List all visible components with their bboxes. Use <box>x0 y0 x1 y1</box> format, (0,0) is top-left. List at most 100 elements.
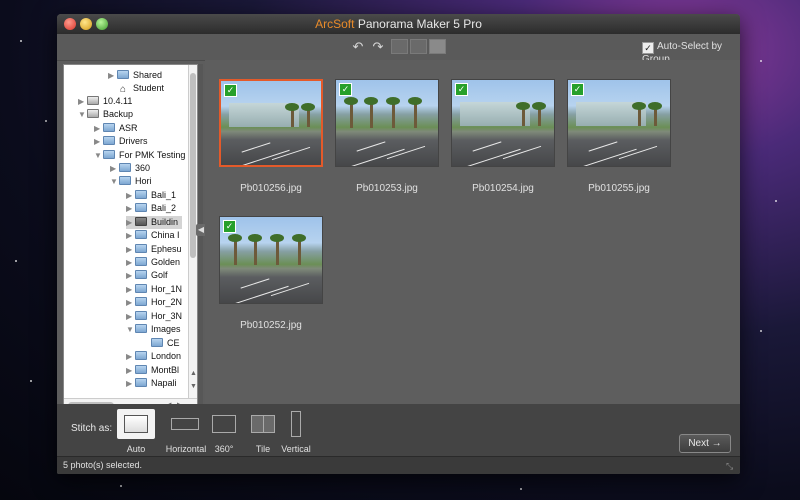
disclosure-collapsed-icon[interactable]: ▶ <box>126 189 135 202</box>
rotate-left-icon[interactable]: ↶ <box>350 39 366 55</box>
tree-item[interactable]: ▶ Bali_1 <box>126 189 180 202</box>
disclosure-collapsed-icon[interactable]: ▶ <box>108 69 117 82</box>
tree-item[interactable]: CE <box>142 337 184 350</box>
folder-icon <box>135 217 147 226</box>
tree-item[interactable]: ▼ Images <box>126 323 185 336</box>
disclosure-collapsed-icon[interactable]: ▶ <box>126 350 135 363</box>
small-thumbnails-view-icon[interactable] <box>391 39 408 54</box>
photo-checkbox[interactable]: ✓ <box>223 220 236 233</box>
tree-item[interactable]: ▶ Ephesu <box>126 243 186 256</box>
disclosure-collapsed-icon[interactable]: ▶ <box>126 310 135 323</box>
disclosure-collapsed-icon[interactable]: ▶ <box>126 269 135 282</box>
tree-item-label: 360 <box>135 163 151 173</box>
tree-item-label: CE <box>167 338 180 348</box>
disclosure-collapsed-icon[interactable]: ▶ <box>126 256 135 269</box>
tree-item[interactable]: ▶ ASR <box>94 122 142 135</box>
title-bar[interactable]: ArcSoft Panorama Maker 5 Pro <box>57 14 740 34</box>
tree-item[interactable]: ▼ For PMK Testing <box>94 149 189 162</box>
tree-item[interactable]: ▶ Hor_3N <box>126 310 186 323</box>
tree-item[interactable]: ▶ Hor_1N <box>126 283 186 296</box>
tree-item[interactable]: ▶ Golf <box>126 269 172 282</box>
folder-icon <box>135 244 147 253</box>
folder-icon <box>103 150 115 159</box>
disclosure-collapsed-icon[interactable]: ▶ <box>94 122 103 135</box>
horizontal-stitch-icon <box>171 418 199 430</box>
disclosure-expanded-icon[interactable]: ▼ <box>94 149 103 162</box>
disclosure-collapsed-icon[interactable]: ▶ <box>126 377 135 390</box>
large-thumbnails-view-icon[interactable] <box>429 39 446 54</box>
photo-filename: Pb010255.jpg <box>588 183 650 194</box>
folder-icon <box>151 338 163 347</box>
360-stitch-icon <box>212 415 236 433</box>
tree-item[interactable]: ▶ Drivers <box>94 135 152 148</box>
tree-item[interactable]: ▶ MontBl <box>126 364 183 377</box>
palm-trunk <box>276 239 279 265</box>
single-view-icon[interactable] <box>410 39 427 54</box>
photo-thumbnail[interactable]: ✓ <box>567 79 671 167</box>
rotate-right-icon[interactable]: ↷ <box>370 39 386 55</box>
scroll-down-icon[interactable]: ▼ <box>190 383 197 390</box>
disclosure-collapsed-icon[interactable]: ▶ <box>126 364 135 377</box>
disclosure-collapsed-icon[interactable]: ▶ <box>94 135 103 148</box>
zoom-window-button[interactable] <box>96 18 108 30</box>
disclosure-expanded-icon[interactable]: ▼ <box>110 175 119 188</box>
tree-item-label: Napali <box>151 378 177 388</box>
disclosure-collapsed-icon[interactable]: ▶ <box>126 202 135 215</box>
photo-checkbox[interactable]: ✓ <box>224 84 237 97</box>
folder-icon <box>135 311 147 320</box>
photo-thumbnail[interactable]: ✓ <box>451 79 555 167</box>
stitch-mode-360[interactable] <box>205 409 243 439</box>
tree-item[interactable]: ▶ 360 <box>110 162 154 175</box>
palm-trunk <box>254 239 257 265</box>
disclosure-expanded-icon[interactable]: ▼ <box>78 108 87 121</box>
minimize-window-button[interactable] <box>80 18 92 30</box>
folder-icon <box>135 284 147 293</box>
resize-grip-icon[interactable]: ⤡ <box>726 461 736 471</box>
folder-icon <box>135 365 147 374</box>
photo-thumbnail[interactable]: ✓ <box>219 216 323 304</box>
folder-icon <box>135 351 147 360</box>
folder-tree[interactable]: ▶ Shared ⌂ Student ▶ 10.4.11 ▼ Backup ▶ ASR ▶ Drive… <box>63 64 198 412</box>
close-window-button[interactable] <box>64 18 76 30</box>
scroll-up-icon[interactable]: ▲ <box>190 370 197 377</box>
disclosure-collapsed-icon[interactable]: ▶ <box>126 283 135 296</box>
photo-checkbox[interactable]: ✓ <box>339 83 352 96</box>
stitch-mode-auto[interactable] <box>117 409 155 439</box>
folder-icon <box>119 163 131 172</box>
photo-checkbox[interactable]: ✓ <box>571 83 584 96</box>
photo-thumbnail[interactable]: ✓ <box>219 79 323 167</box>
tree-item[interactable]: ▶ Shared <box>108 69 166 82</box>
tree-item[interactable]: ⌂ Student <box>108 82 168 95</box>
tree-item[interactable]: ▶ China I <box>126 229 184 242</box>
star <box>760 330 762 332</box>
photo-thumbnail[interactable]: ✓ <box>335 79 439 167</box>
checkmark-icon: ✓ <box>642 42 654 54</box>
stitch-mode-vertical[interactable] <box>277 409 315 439</box>
tree-item[interactable]: ▶ London <box>126 350 185 363</box>
photo-checkbox[interactable]: ✓ <box>455 83 468 96</box>
stitch-mode-horizontal[interactable] <box>167 409 203 439</box>
disclosure-collapsed-icon[interactable]: ▶ <box>110 162 119 175</box>
disclosure-collapsed-icon[interactable]: ▶ <box>126 216 135 229</box>
palm-trunk <box>414 102 417 128</box>
panel-splitter[interactable] <box>198 64 203 410</box>
tree-item[interactable]: ▶ Golden <box>126 256 184 269</box>
disclosure-expanded-icon[interactable]: ▼ <box>126 323 135 336</box>
tree-item-label: Shared <box>133 70 163 80</box>
next-button[interactable]: Next → <box>679 434 731 453</box>
disclosure-collapsed-icon[interactable]: ▶ <box>126 296 135 309</box>
disclosure-collapsed-icon[interactable]: ▶ <box>126 243 135 256</box>
disclosure-collapsed-icon[interactable]: ▶ <box>126 229 135 242</box>
tree-item[interactable]: ▶ Napali <box>126 377 181 390</box>
stitch-mode-label: Auto <box>126 444 146 454</box>
tree-item[interactable]: ▶ 10.4.11 <box>78 95 136 108</box>
palm-fronds <box>632 102 646 110</box>
tree-item[interactable]: ▶ Bali_2 <box>126 202 180 215</box>
folder-icon <box>103 123 115 132</box>
disclosure-collapsed-icon[interactable]: ▶ <box>78 95 87 108</box>
tree-item[interactable]: ▶ Buildin <box>126 216 183 229</box>
folder-icon <box>135 230 147 239</box>
tree-item[interactable]: ▼ Hori <box>110 175 156 188</box>
tree-item[interactable]: ▼ Backup <box>78 108 137 121</box>
tree-item[interactable]: ▶ Hor_2N <box>126 296 186 309</box>
